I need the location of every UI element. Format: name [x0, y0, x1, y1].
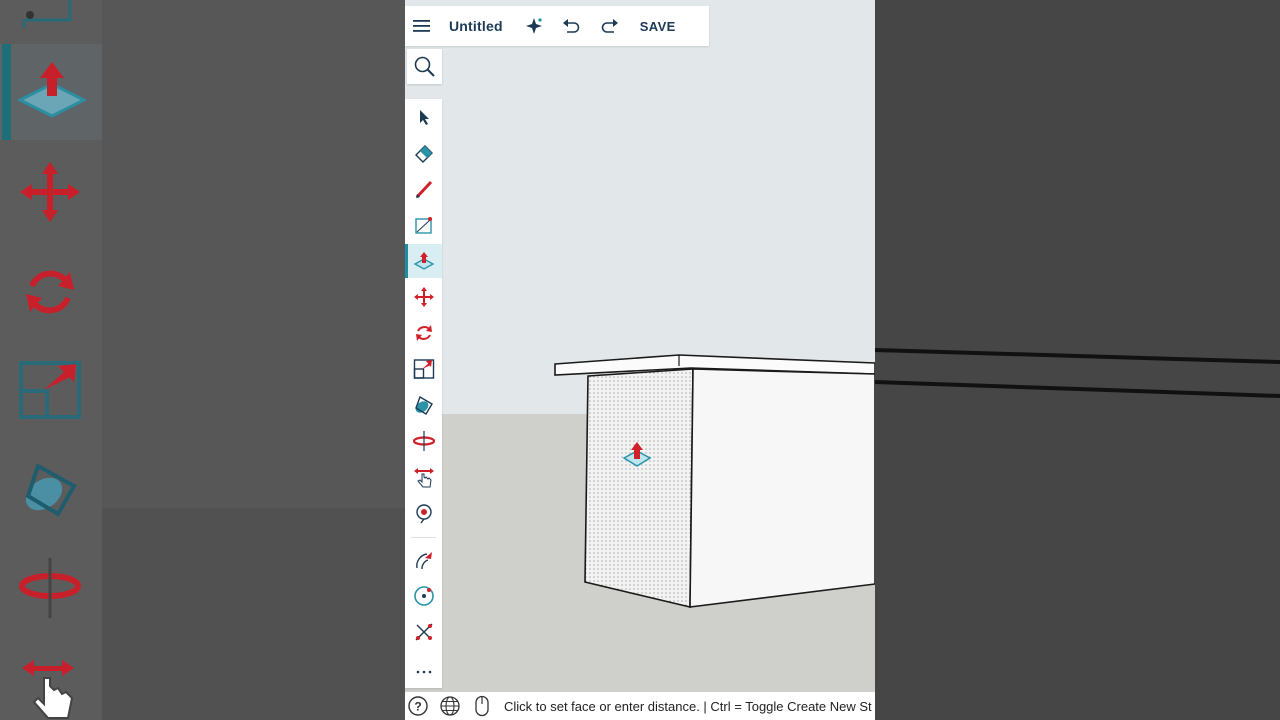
more-dots-icon [416, 670, 431, 674]
undo-icon[interactable] [560, 18, 582, 34]
selected-face[interactable] [584, 368, 694, 609]
walk-icon [415, 552, 432, 570]
eraser-icon [414, 145, 433, 163]
pan-tool[interactable] [405, 460, 442, 494]
orbit-icon [412, 431, 435, 451]
tape-measure-tool[interactable] [405, 615, 442, 649]
left-bg-active-bar [2, 44, 11, 140]
mouse-icon[interactable] [471, 695, 493, 717]
paint-bucket-icon [414, 395, 433, 415]
eraser-tool[interactable] [405, 136, 442, 170]
left-bg-orbit-icon [19, 558, 81, 618]
rectangle-draw-icon [414, 217, 432, 234]
push-pull-tool[interactable] [405, 244, 442, 278]
push-pull-icon [413, 252, 434, 270]
status-bar: ? Click to set face or enter distance. |… [405, 692, 875, 720]
left-bg-scale-icon [19, 361, 81, 419]
pencil-icon [415, 180, 432, 199]
search-icon [414, 56, 435, 77]
left-bg-rotate-icon [26, 270, 74, 314]
scale-icon [413, 359, 434, 379]
search-button[interactable] [407, 49, 442, 84]
box-side-face [689, 368, 875, 608]
model-title[interactable]: Untitled [449, 18, 503, 34]
sky [405, 0, 875, 414]
pencil-tool[interactable] [405, 172, 442, 206]
select-tool[interactable] [405, 100, 442, 134]
globe-icon[interactable] [439, 695, 461, 717]
more-tools[interactable] [405, 651, 442, 685]
shape-tool[interactable] [405, 208, 442, 242]
help-icon[interactable]: ? [407, 695, 429, 717]
right-bg-edge-lines [875, 348, 1280, 398]
save-button[interactable]: SAVE [640, 19, 676, 34]
orbit-tool[interactable] [405, 424, 442, 458]
look-around-tool[interactable] [405, 579, 442, 613]
tape-measure-icon [415, 623, 432, 641]
position-camera-icon [415, 504, 432, 524]
left-bg-paint-icon [25, 463, 77, 517]
walk-tool[interactable] [405, 543, 442, 577]
left-background [0, 0, 405, 720]
toolbar-divider [411, 537, 436, 538]
hamburger-menu-icon[interactable] [407, 19, 437, 33]
sketchup-app-window: Untitled SAVE ? Click to set face or ent… [405, 0, 875, 720]
pan-hand-icon [413, 468, 434, 488]
3d-viewport[interactable] [405, 0, 875, 720]
svg-text:?: ? [414, 700, 421, 714]
rotate-icon [415, 325, 432, 341]
left-bg-shape-icon [22, 0, 72, 28]
tools-toolbar [405, 99, 442, 688]
move-arrows-icon [413, 287, 434, 307]
scale-tool[interactable] [405, 352, 442, 386]
position-camera-tool[interactable] [405, 496, 442, 530]
paint-tool[interactable] [405, 388, 442, 422]
left-bg-pan-icon [22, 660, 74, 719]
sparkle-icon[interactable] [523, 17, 545, 35]
right-background [875, 0, 1280, 720]
rotate-tool[interactable] [405, 316, 442, 350]
redo-icon[interactable] [599, 18, 621, 34]
left-bg-move-icon [20, 162, 80, 222]
status-hint-text: Click to set face or enter distance. | C… [504, 699, 872, 714]
top-bar: Untitled SAVE [405, 6, 709, 46]
left-bg-push-pull-icon [18, 62, 86, 118]
look-around-icon [413, 586, 434, 606]
move-tool[interactable] [405, 280, 442, 314]
arrow-cursor-icon [419, 110, 429, 125]
